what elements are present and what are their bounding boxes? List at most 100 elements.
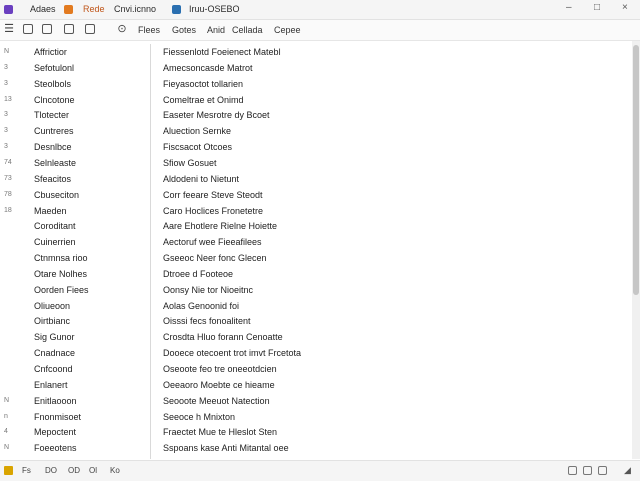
scroll-thumb[interactable] [633,45,639,295]
tab-2[interactable]: Rede [64,3,105,15]
row-number: N [4,396,10,404]
row-name: Affrictior [34,47,67,57]
tab-1[interactable]: Adaes [4,3,56,15]
row-number: 18 [4,206,12,214]
list-item[interactable]: N Affrictior Fiessenlotd Foeienect Matebl [0,44,632,60]
clipboard-icon[interactable] [42,24,52,34]
list-item[interactable]: 78 Cbuseciton Corr feeare Steve Steodt [0,187,632,203]
row-number: N [4,444,10,452]
row-number: 3 [4,79,8,87]
list-item[interactable]: Sig Gunor Crosdta Hluo forann Cenoatte [0,329,632,345]
status-bar: Fs DO OD Ol Ko ◢ [0,460,640,481]
list-item[interactable]: 73 Sfeacitos Aldodeni to Nietunt [0,171,632,187]
row-name: Sig Gunor [34,332,75,343]
status-item-4[interactable]: Ol [89,466,97,475]
list-item[interactable]: 18 Maeden Caro Hoclices Fronetetre [0,203,632,219]
list-item[interactable]: Cuinerrien Aectoruf wee Fieeafilees [0,234,632,250]
row-name: Cbuseciton [34,189,80,200]
row-description: Fraectet Mue te Hleslot Sten [163,427,278,438]
row-description: Seeoce h Mnixton [163,411,236,422]
row-name: Oorden Fiees [34,284,89,295]
row-name: Tlotecter [34,110,70,121]
menu-cepee[interactable]: Cepee [274,25,301,35]
minimize-icon[interactable]: – [566,2,572,13]
list-item[interactable]: 74 Selnleaste Sfiow Gosuet [0,155,632,171]
row-description: Dooece otecoent trot imvt Frcetota [163,348,302,359]
tab-4[interactable]: Iruu-OSEBO [172,3,240,15]
status-item-3[interactable]: OD [68,466,80,475]
row-number: n [4,412,8,420]
row-description: Fiscsacot Otcoes [163,142,233,153]
row-name: Cnfcoond [34,364,73,374]
list-item[interactable]: N Foeeotens Sspoans kase Anti Mitantal oee [0,440,632,456]
row-description: Oisssi fecs fonoalitent [163,316,251,327]
list-item[interactable]: Oliueoon Aolas Genoonid foi [0,298,632,314]
vertical-scrollbar[interactable] [632,41,640,459]
list-item[interactable]: 3 Steolbols Fieyasoctot tollarien [0,76,632,92]
list-item[interactable]: 13 Clncotone Comeltrae et Onimd [0,92,632,108]
list-content: N Affrictior Fiessenlotd Foeienect Matebl 3… [0,41,632,459]
menu-anid[interactable]: Anid [207,25,225,35]
list-item[interactable]: Oirtbianc Oisssi fecs fonoalitent [0,313,632,329]
row-description: Fiessenlotd Foeienect Matebl [163,47,281,57]
folder-icon[interactable] [4,466,13,475]
row-description: Corr feeare Steve Steodt [163,189,263,200]
list-item[interactable]: Enlanert Oeeaoro Moebte ce hieame [0,377,632,393]
page-view-icon[interactable] [598,466,607,475]
list-item[interactable]: 4 Mepoctent Fraectet Mue te Hleslot Sten [0,424,632,440]
lock-icon[interactable] [23,24,33,34]
list-item[interactable]: 3 Tlotecter Easeter Mesrotre dy Bcoet [0,107,632,123]
column-divider [150,44,151,459]
menu-cellada[interactable]: Cellada [232,25,263,35]
list-item[interactable]: 3 Desnlbce Fiscsacot Otcoes [0,139,632,155]
list-item[interactable]: 3 Sefotulonl Amecsoncasde Matrot [0,60,632,76]
row-description: Erioc et Meisteet [163,456,230,459]
list-item[interactable]: Cnfcoond Oseoote feo tre oneeotdcien [0,361,632,377]
row-name: Oliueoon [34,300,71,311]
row-name: Steolbols [34,78,72,89]
row-description: Comeltrae et Onimd [163,94,244,105]
row-description: Aectoruf wee Fieeafilees [163,237,262,248]
list-item[interactable]: n Fnonmisoet Seeoce h Mnixton [0,409,632,425]
hamburger-menu-icon[interactable]: ☰ [4,24,14,35]
row-name: Desnlbce [34,142,72,153]
status-item-2[interactable]: DO [45,466,57,475]
list-item[interactable]: Otare Nolhes Dtroee d Footeoe [0,266,632,282]
row-number: 3 [4,143,8,151]
grid-view-icon[interactable] [568,466,577,475]
menu-files[interactable]: Flees [138,25,160,35]
close-icon[interactable]: × [622,2,628,13]
maximize-icon[interactable]: □ [594,2,600,13]
status-item-5[interactable]: Ko [110,466,120,475]
list-item[interactable]: Coroditant Aare Ehotlere Rielne Hoiette [0,218,632,234]
table-icon[interactable] [64,24,74,34]
list-item[interactable]: Cnadnace Dooece otecoent trot imvt Frceto… [0,345,632,361]
status-item-1[interactable]: Fs [22,466,31,475]
row-description: Gseeoc Neer fonc Glecen [163,253,267,264]
list-item[interactable]: Cn Ancnpsmae Erioc et Meisteet [0,456,632,459]
purple-app-icon [4,4,13,14]
toolbar: ☰ ⊙ Flees Gotes Anid Cellada Cepee [0,20,640,41]
menu-gotes[interactable]: Gotes [172,25,196,35]
list-item[interactable]: Oorden Fiees Oonsy Nie tor Nioeitnc [0,282,632,298]
tab-3[interactable]: Cnvi.icnno [114,3,156,15]
row-description: Seooote Meeuot Natection [163,395,270,406]
row-number: 3 [4,127,8,135]
row-description: Fieyasoctot tollarien [163,78,244,89]
row-name: Clncotone [34,94,75,105]
row-description: Aluection Sernke [163,126,232,137]
resize-grip-icon[interactable]: ◢ [624,466,633,475]
list-item[interactable]: N Enitlaooon Seooote Meeuot Natection [0,393,632,409]
list-item[interactable]: Ctnmnsa rioo Gseeoc Neer fonc Glecen [0,250,632,266]
row-number: 13 [4,95,12,103]
row-name: Enlanert [34,379,68,390]
row-name: Selnleaste [34,157,77,168]
list-view-icon[interactable] [583,466,592,475]
image-icon[interactable] [85,24,95,34]
list-item[interactable]: 3 Cuntreres Aluection Sernke [0,123,632,139]
orange-app-icon [64,4,73,14]
search-icon[interactable]: ⊙ [117,24,127,35]
row-description: Caro Hoclices Fronetetre [163,205,264,216]
row-description: Oeeaoro Moebte ce hieame [163,379,275,390]
row-name: Foeeotens [34,443,77,454]
